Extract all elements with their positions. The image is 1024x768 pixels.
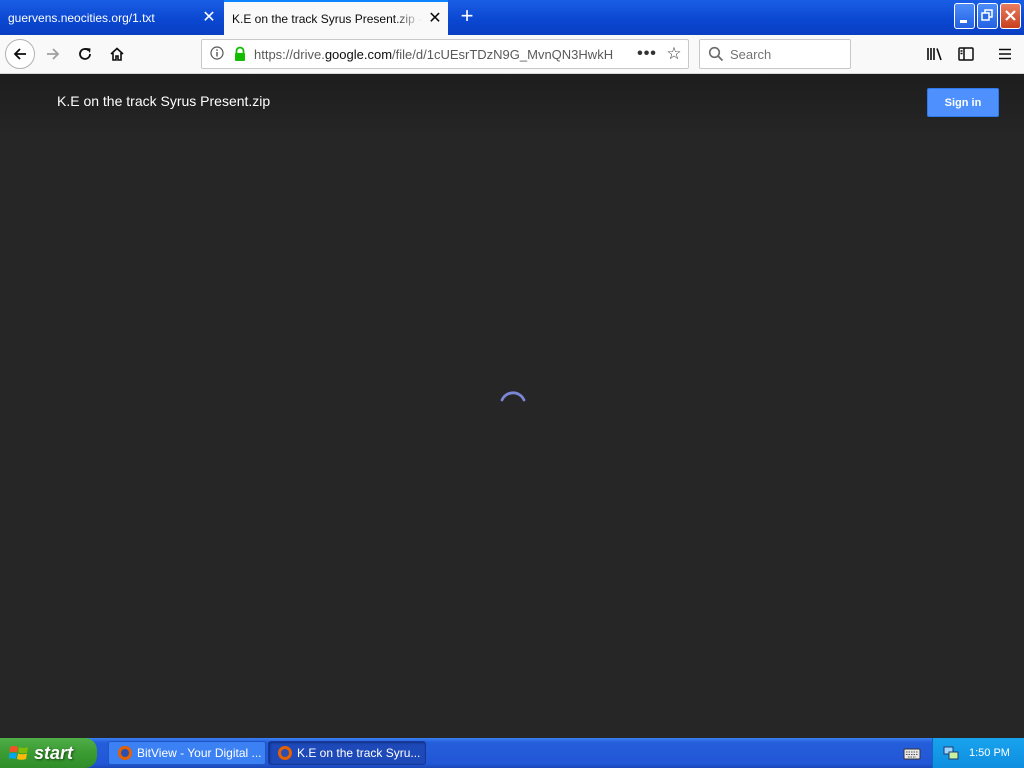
reload-icon	[79, 48, 91, 60]
sidebar-toggle-button[interactable]	[951, 39, 981, 69]
info-icon[interactable]	[202, 45, 232, 63]
library-button[interactable]	[920, 39, 950, 69]
url-bar[interactable]: https://drive.google.com/file/d/1cUEsrTD…	[201, 39, 689, 69]
tab-neocities[interactable]: guervens.neocities.org/1.txt ✕	[0, 2, 222, 33]
firefox-icon	[278, 746, 292, 760]
home-icon	[110, 47, 124, 61]
loading-spinner-icon	[500, 391, 526, 402]
clock: 1:50 PM	[969, 747, 1010, 759]
tab-google-drive[interactable]: K.E on the track Syrus Present.zip - Goo…	[224, 0, 448, 35]
sidebar-icon	[958, 47, 974, 61]
start-button[interactable]: start	[0, 738, 97, 768]
minimize-button[interactable]	[954, 3, 975, 29]
minimize-icon	[960, 20, 967, 23]
url-text[interactable]: https://drive.google.com/file/d/1cUEsrTD…	[254, 47, 634, 62]
windows-logo-icon	[9, 746, 28, 760]
close-icon	[1005, 10, 1016, 21]
sign-in-button[interactable]: Sign in	[927, 88, 999, 117]
bookmark-star-icon[interactable]: ☆	[660, 44, 688, 64]
url-path: /file/d/1cUEsrTDzN9G_MvnQN3HwkH	[392, 46, 614, 62]
new-tab-button[interactable]: +	[454, 4, 480, 30]
start-label: start	[34, 742, 74, 763]
library-icon	[927, 48, 942, 61]
close-window-button[interactable]	[1000, 3, 1021, 29]
close-icon[interactable]: ✕	[196, 9, 222, 26]
windows-taskbar: start BitView - Your Digital ... K.E on …	[0, 738, 1024, 768]
restore-button[interactable]	[977, 3, 998, 29]
reload-button[interactable]	[70, 39, 100, 69]
taskbar-item-bitview[interactable]: BitView - Your Digital ...	[108, 741, 266, 765]
home-button[interactable]	[102, 39, 132, 69]
url-prefix: https://drive.	[254, 46, 325, 62]
search-input[interactable]: Search	[699, 39, 851, 69]
keyboard-icon[interactable]	[903, 746, 921, 760]
browser-tab-bar: guervens.neocities.org/1.txt ✕ K.E on th…	[0, 0, 1024, 35]
arrow-left-icon	[13, 48, 26, 60]
search-placeholder: Search	[730, 46, 772, 62]
close-icon[interactable]: ✕	[422, 10, 448, 27]
preview-header: K.E on the track Syrus Present.zip Sign …	[0, 74, 1024, 138]
page-actions-icon[interactable]: •••	[634, 45, 660, 63]
network-icon[interactable]	[943, 745, 959, 761]
firefox-icon	[118, 746, 132, 760]
restore-icon	[981, 9, 993, 21]
arrow-right-icon	[47, 48, 60, 60]
lock-icon[interactable]	[232, 46, 248, 62]
back-button[interactable]	[5, 39, 35, 69]
drive-preview-page: K.E on the track Syrus Present.zip Sign …	[0, 74, 1024, 738]
menu-button[interactable]	[990, 39, 1020, 69]
taskbar-item-drive[interactable]: K.E on the track Syru...	[268, 741, 426, 765]
file-title: K.E on the track Syrus Present.zip	[57, 93, 271, 109]
navigation-toolbar: https://drive.google.com/file/d/1cUEsrTD…	[0, 35, 1024, 74]
url-domain: google.com	[324, 46, 393, 62]
forward-button[interactable]	[38, 39, 68, 69]
system-tray: 1:50 PM	[932, 738, 1024, 768]
tab-title: guervens.neocities.org/1.txt	[8, 10, 155, 25]
hamburger-menu-icon	[999, 48, 1011, 60]
tab-title: K.E on the track Syrus Present.zip - Goo…	[232, 11, 422, 26]
taskbar-item-label: K.E on the track Syru...	[297, 746, 421, 760]
taskbar-item-label: BitView - Your Digital ...	[137, 746, 262, 760]
search-icon	[708, 46, 724, 62]
